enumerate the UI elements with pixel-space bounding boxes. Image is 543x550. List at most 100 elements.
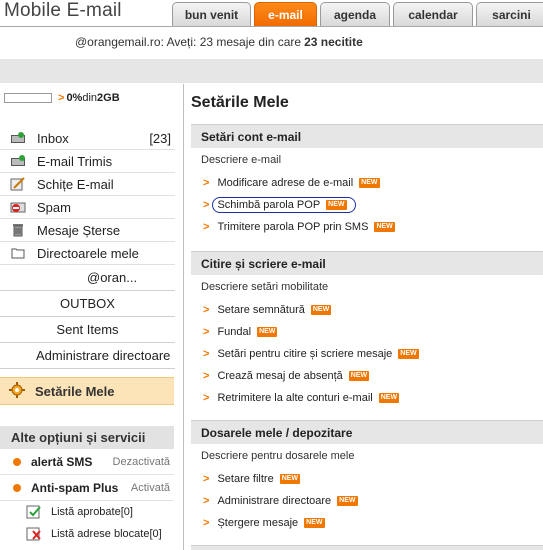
list-count: [0] xyxy=(120,506,133,518)
new-badge: NEW xyxy=(398,349,419,359)
account-address: @orangemail.ro xyxy=(75,35,161,49)
link-read-write-settings[interactable]: > Setări pentru citire și scriere mesaje… xyxy=(191,343,543,365)
blocked-list-link[interactable]: Listă adrese blocate [0] xyxy=(0,523,174,545)
new-badge: NEW xyxy=(337,496,358,506)
sidebar: > 0% din 2GB Inbox [23] E-mail Trimis Sc… xyxy=(0,84,175,550)
new-badge: NEW xyxy=(279,474,301,484)
link-modify-addresses[interactable]: > Modificare adrese de e-mail NEW xyxy=(191,172,543,194)
unread-count: 23 necitite xyxy=(304,35,363,49)
subfolder-sent-items[interactable]: Sent Items xyxy=(0,317,175,343)
link-background[interactable]: > Fundal NEW xyxy=(191,321,543,343)
service-state: Dezactivată xyxy=(112,455,170,468)
link-signature[interactable]: > Setare semnătură NEW xyxy=(191,299,543,321)
services-panel: Alte opțiuni și servicii alertă SMS Deza… xyxy=(0,426,174,545)
approved-list-link[interactable]: Listă aprobate [0] xyxy=(0,501,174,523)
new-badge: NEW xyxy=(310,305,332,315)
folder-label: Directoarele mele xyxy=(37,245,139,261)
link-label: Schimbă parola POP xyxy=(217,199,321,211)
chevron-right-icon: > xyxy=(58,92,65,104)
folder-label: Inbox xyxy=(37,130,69,146)
link-absence-message[interactable]: > Crează mesaj de absență NEW xyxy=(191,365,543,387)
chevron-right-icon: > xyxy=(203,392,210,404)
folder-label: Mesaje Șterse xyxy=(37,222,121,238)
link-manage-directories[interactable]: > Administrare directoare NEW xyxy=(191,490,543,512)
new-badge: NEW xyxy=(326,200,347,210)
link-label: Setări pentru citire și scriere mesaje xyxy=(217,348,393,360)
next-section-band xyxy=(191,545,543,550)
spam-icon xyxy=(9,200,27,214)
mailbox-status: @orangemail.ro: Aveți: 23 mesaje din car… xyxy=(75,35,363,49)
settings-label: Setările Mele xyxy=(35,383,115,399)
toolbar-bar xyxy=(0,59,543,83)
section-heading: Setări cont e-mail xyxy=(191,124,543,148)
blocked-list-icon xyxy=(26,527,42,541)
folder-list: Inbox [23] E-mail Trimis Schițe E-mail S… xyxy=(0,127,175,369)
inbox-icon xyxy=(9,131,27,145)
link-change-pop-password[interactable]: > Schimbă parola POP NEW xyxy=(191,194,543,216)
section-read-write: Citire și scriere e-mail Descriere setăr… xyxy=(191,251,543,409)
settings-gear-icon xyxy=(9,381,25,401)
new-badge: NEW xyxy=(378,393,400,403)
drafts-icon xyxy=(9,177,27,191)
service-sms-alert[interactable]: alertă SMS Dezactivată xyxy=(0,449,174,475)
link-label: Administrare directoare xyxy=(217,495,332,507)
service-name: alertă SMS xyxy=(31,454,93,469)
bullet-icon xyxy=(13,483,21,492)
service-antispam-plus[interactable]: Anti-spam Plus Activată xyxy=(0,475,174,501)
list-label: Listă adrese blocate xyxy=(51,528,150,540)
folder-label: Schițe E-mail xyxy=(37,176,114,192)
quota-separator: din xyxy=(82,92,98,104)
highlight-circle: Schimbă parola POP NEW xyxy=(212,197,356,213)
main-tabs: bun venit e-mail agenda calendar sarcini xyxy=(172,2,543,26)
sent-icon xyxy=(9,154,27,168)
new-badge: NEW xyxy=(348,371,370,381)
storage-quota: > 0% din 2GB xyxy=(4,92,120,104)
service-state: Activată xyxy=(130,481,170,494)
folder-trash[interactable]: Mesaje Șterse xyxy=(0,219,175,242)
tab-underline xyxy=(0,26,543,27)
chevron-right-icon: > xyxy=(203,473,210,485)
link-label: Crează mesaj de absență xyxy=(217,370,343,382)
link-label: Setare semnătură xyxy=(217,304,305,316)
section-heading: Citire și scriere e-mail xyxy=(191,251,543,275)
sidebar-item-settings[interactable]: Setările Mele xyxy=(0,377,174,405)
chevron-right-icon: > xyxy=(203,177,210,189)
chevron-right-icon: > xyxy=(203,326,210,338)
chevron-right-icon: > xyxy=(203,304,210,316)
subfolder-outbox[interactable]: OUTBOX xyxy=(0,291,175,317)
section-email-account: Setări cont e-mail Descriere e-mail > Mo… xyxy=(191,124,543,238)
link-filters[interactable]: > Setare filtre NEW xyxy=(191,468,543,490)
tab-sarcini[interactable]: sarcini xyxy=(476,2,543,26)
link-label: Setare filtre xyxy=(217,473,274,485)
section-description: Descriere e-mail xyxy=(201,154,282,166)
service-name: Anti-spam Plus xyxy=(31,480,119,495)
folder-label: E-mail Trimis xyxy=(37,153,113,169)
folder-inbox[interactable]: Inbox [23] xyxy=(0,127,175,150)
status-message: : Aveți: 23 mesaje din care xyxy=(160,35,302,49)
folder-sent[interactable]: E-mail Trimis xyxy=(0,150,175,173)
folder-my-directories[interactable]: Directoarele mele xyxy=(0,242,175,265)
tab-email[interactable]: e-mail xyxy=(254,2,317,26)
new-badge: NEW xyxy=(374,222,395,232)
link-label: Retrimitere la alte conturi e-mail xyxy=(217,392,373,404)
page-title: Setările Mele xyxy=(191,94,289,111)
link-send-pop-password-sms[interactable]: > Trimitere parola POP prin SMS NEW xyxy=(191,216,543,238)
tab-bun-venit[interactable]: bun venit xyxy=(172,2,251,26)
list-label: Listă aprobate xyxy=(51,506,121,518)
folder-spam[interactable]: Spam xyxy=(0,196,175,219)
tab-agenda[interactable]: agenda xyxy=(320,2,390,26)
link-label: Fundal xyxy=(217,326,252,338)
folder-count: [23] xyxy=(149,130,171,146)
section-heading: Dosarele mele / depozitare xyxy=(191,420,543,444)
link-delete-messages[interactable]: > Ștergere mesaje NEW xyxy=(191,512,543,534)
chevron-right-icon: > xyxy=(203,495,210,507)
folder-drafts[interactable]: Schițe E-mail xyxy=(0,173,175,196)
tab-calendar[interactable]: calendar xyxy=(393,2,473,26)
chevron-right-icon: > xyxy=(203,348,210,360)
chevron-right-icon: > xyxy=(203,199,210,211)
chevron-right-icon: > xyxy=(203,517,210,529)
app-title: Mobile E-mail xyxy=(4,0,122,21)
subfolder-oran[interactable]: @oran... xyxy=(0,265,175,291)
link-forward-accounts[interactable]: > Retrimitere la alte conturi e-mail NEW xyxy=(191,387,543,409)
manage-directories-link[interactable]: Administrare directoare xyxy=(0,343,175,369)
